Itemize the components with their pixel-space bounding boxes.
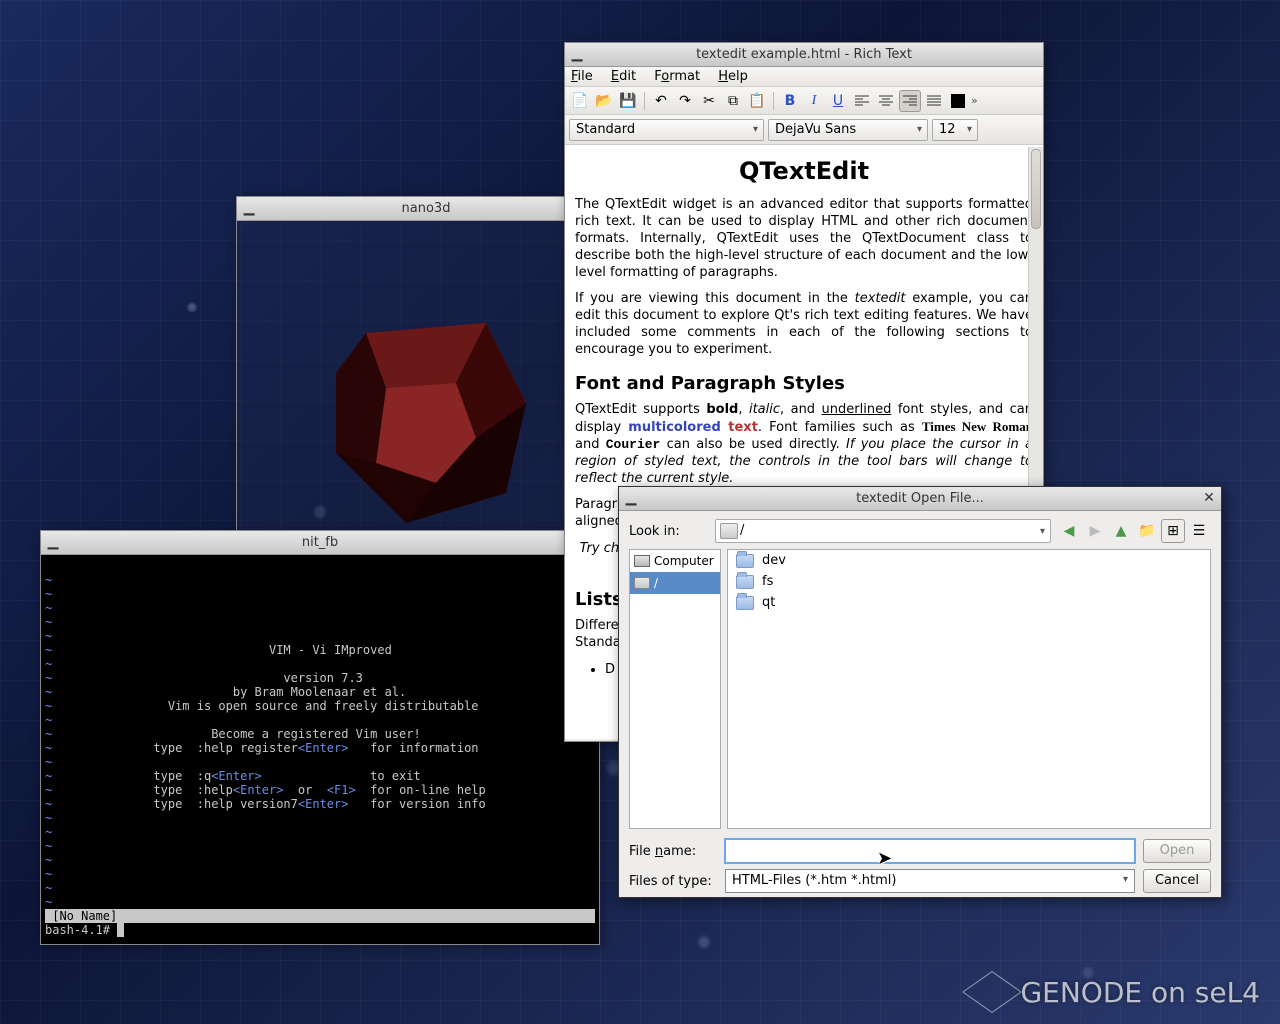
filename-input[interactable] [725, 839, 1135, 863]
bold-icon[interactable]: B [779, 90, 801, 112]
save-file-icon[interactable]: 💾 [617, 90, 639, 112]
filename-label: File name: [629, 844, 717, 859]
file-list[interactable]: dev fs qt [727, 549, 1211, 829]
terminal-titlebar[interactable]: ▁ nit_fb [41, 531, 599, 555]
list-item[interactable]: dev [728, 550, 1210, 571]
paragraph-style-select[interactable]: Standard [569, 119, 764, 141]
polyhedron-icon [296, 283, 556, 543]
menu-format[interactable]: Format [654, 69, 700, 84]
italic-icon[interactable]: I [803, 90, 825, 112]
back-icon[interactable]: ◀ [1057, 519, 1081, 543]
folder-icon [736, 596, 754, 610]
minimize-icon[interactable]: ▁ [623, 491, 639, 507]
genode-logo-icon [963, 971, 1023, 1013]
undo-icon[interactable]: ↶ [650, 90, 672, 112]
textedit-titlebar[interactable]: ▁ textedit example.html - Rich Text [565, 43, 1043, 67]
terminal-title-text: nit_fb [302, 535, 338, 550]
vim-statusline: [No Name] [45, 909, 595, 923]
font-size-select[interactable]: 12 [932, 119, 978, 141]
doc-paragraph: The QTextEdit widget is an advanced edit… [575, 197, 1033, 281]
new-file-icon[interactable]: 📄 [569, 90, 591, 112]
computer-icon [634, 555, 650, 567]
terminal-window[interactable]: ▁ nit_fb ~ ~ ~ ~ ~ ~ VIM - Vi IMproved ~… [40, 530, 600, 945]
new-folder-icon[interactable]: 📁 [1135, 519, 1159, 543]
text-color-icon[interactable] [947, 90, 969, 112]
redo-icon[interactable]: ↷ [674, 90, 696, 112]
drive-icon [634, 577, 650, 589]
shell-prompt: bash-4.1# [45, 923, 117, 937]
places-computer[interactable]: Computer [630, 550, 720, 572]
detail-view-icon[interactable]: ☰ [1187, 519, 1211, 543]
doc-heading: QTextEdit [575, 157, 1033, 185]
paste-icon[interactable]: 📋 [746, 90, 768, 112]
align-center-icon[interactable] [875, 90, 897, 112]
toolbar: 📄 📂 💾 ↶ ↷ ✂ ⧉ 📋 B I U » [565, 87, 1043, 115]
folder-icon [736, 554, 754, 568]
filetype-label: Files of type: [629, 874, 717, 889]
doc-subheading: Font and Paragraph Styles [575, 373, 1033, 394]
list-view-icon[interactable]: ⊞ [1161, 519, 1185, 543]
terminal-content[interactable]: ~ ~ ~ ~ ~ ~ VIM - Vi IMproved ~ ~ versio… [41, 555, 599, 944]
dialog-titlebar[interactable]: ▁ textedit Open File... ✕ [619, 487, 1221, 511]
doc-paragraph: If you are viewing this document in the … [575, 291, 1033, 359]
open-button[interactable]: Open [1143, 839, 1211, 863]
list-item[interactable]: qt [728, 592, 1210, 613]
minimize-icon[interactable]: ▁ [569, 47, 585, 63]
font-family-select[interactable]: DejaVu Sans [768, 119, 928, 141]
close-icon[interactable]: ✕ [1201, 491, 1217, 507]
folder-icon [736, 575, 754, 589]
nano3d-title-text: nano3d [402, 201, 451, 216]
lookin-label: Look in: [629, 524, 709, 539]
menu-file[interactable]: File [571, 69, 593, 84]
open-file-icon[interactable]: 📂 [593, 90, 615, 112]
underline-icon[interactable]: U [827, 90, 849, 112]
scrollbar-thumb[interactable] [1031, 149, 1041, 229]
minimize-icon[interactable]: ▁ [45, 535, 61, 551]
desktop-watermark: GENODE on seL4 [974, 974, 1260, 1010]
parent-folder-icon[interactable]: ▲ [1109, 519, 1133, 543]
textedit-title-text: textedit example.html - Rich Text [696, 47, 912, 62]
doc-paragraph: QTextEdit supports bold, italic, and und… [575, 402, 1033, 487]
cancel-button[interactable]: Cancel [1143, 869, 1211, 893]
toolbar-separator [644, 92, 645, 110]
dialog-title-text: textedit Open File... [856, 491, 984, 506]
filetype-select[interactable]: HTML-Files (*.htm *.html) [725, 869, 1135, 893]
places-root[interactable]: / [630, 572, 720, 594]
menubar[interactable]: File Edit Format Help [565, 67, 1043, 87]
font-toolbar: Standard DejaVu Sans 12 [565, 115, 1043, 145]
minimize-icon[interactable]: ▁ [241, 201, 257, 217]
copy-icon[interactable]: ⧉ [722, 90, 744, 112]
path-select[interactable]: / [715, 519, 1051, 543]
toolbar-overflow-icon[interactable]: » [971, 94, 978, 107]
align-justify-icon[interactable] [923, 90, 945, 112]
toolbar-separator [773, 92, 774, 110]
cut-icon[interactable]: ✂ [698, 90, 720, 112]
menu-edit[interactable]: Edit [611, 69, 636, 84]
list-item[interactable]: fs [728, 571, 1210, 592]
nano3d-titlebar[interactable]: ▁ nano3d [237, 197, 615, 221]
align-right-icon[interactable] [899, 90, 921, 112]
menu-help[interactable]: Help [718, 69, 748, 84]
places-sidebar[interactable]: Computer / [629, 549, 721, 829]
align-left-icon[interactable] [851, 90, 873, 112]
forward-icon[interactable]: ▶ [1083, 519, 1107, 543]
open-file-dialog[interactable]: ▁ textedit Open File... ✕ Look in: / ◀ ▶… [618, 486, 1222, 898]
